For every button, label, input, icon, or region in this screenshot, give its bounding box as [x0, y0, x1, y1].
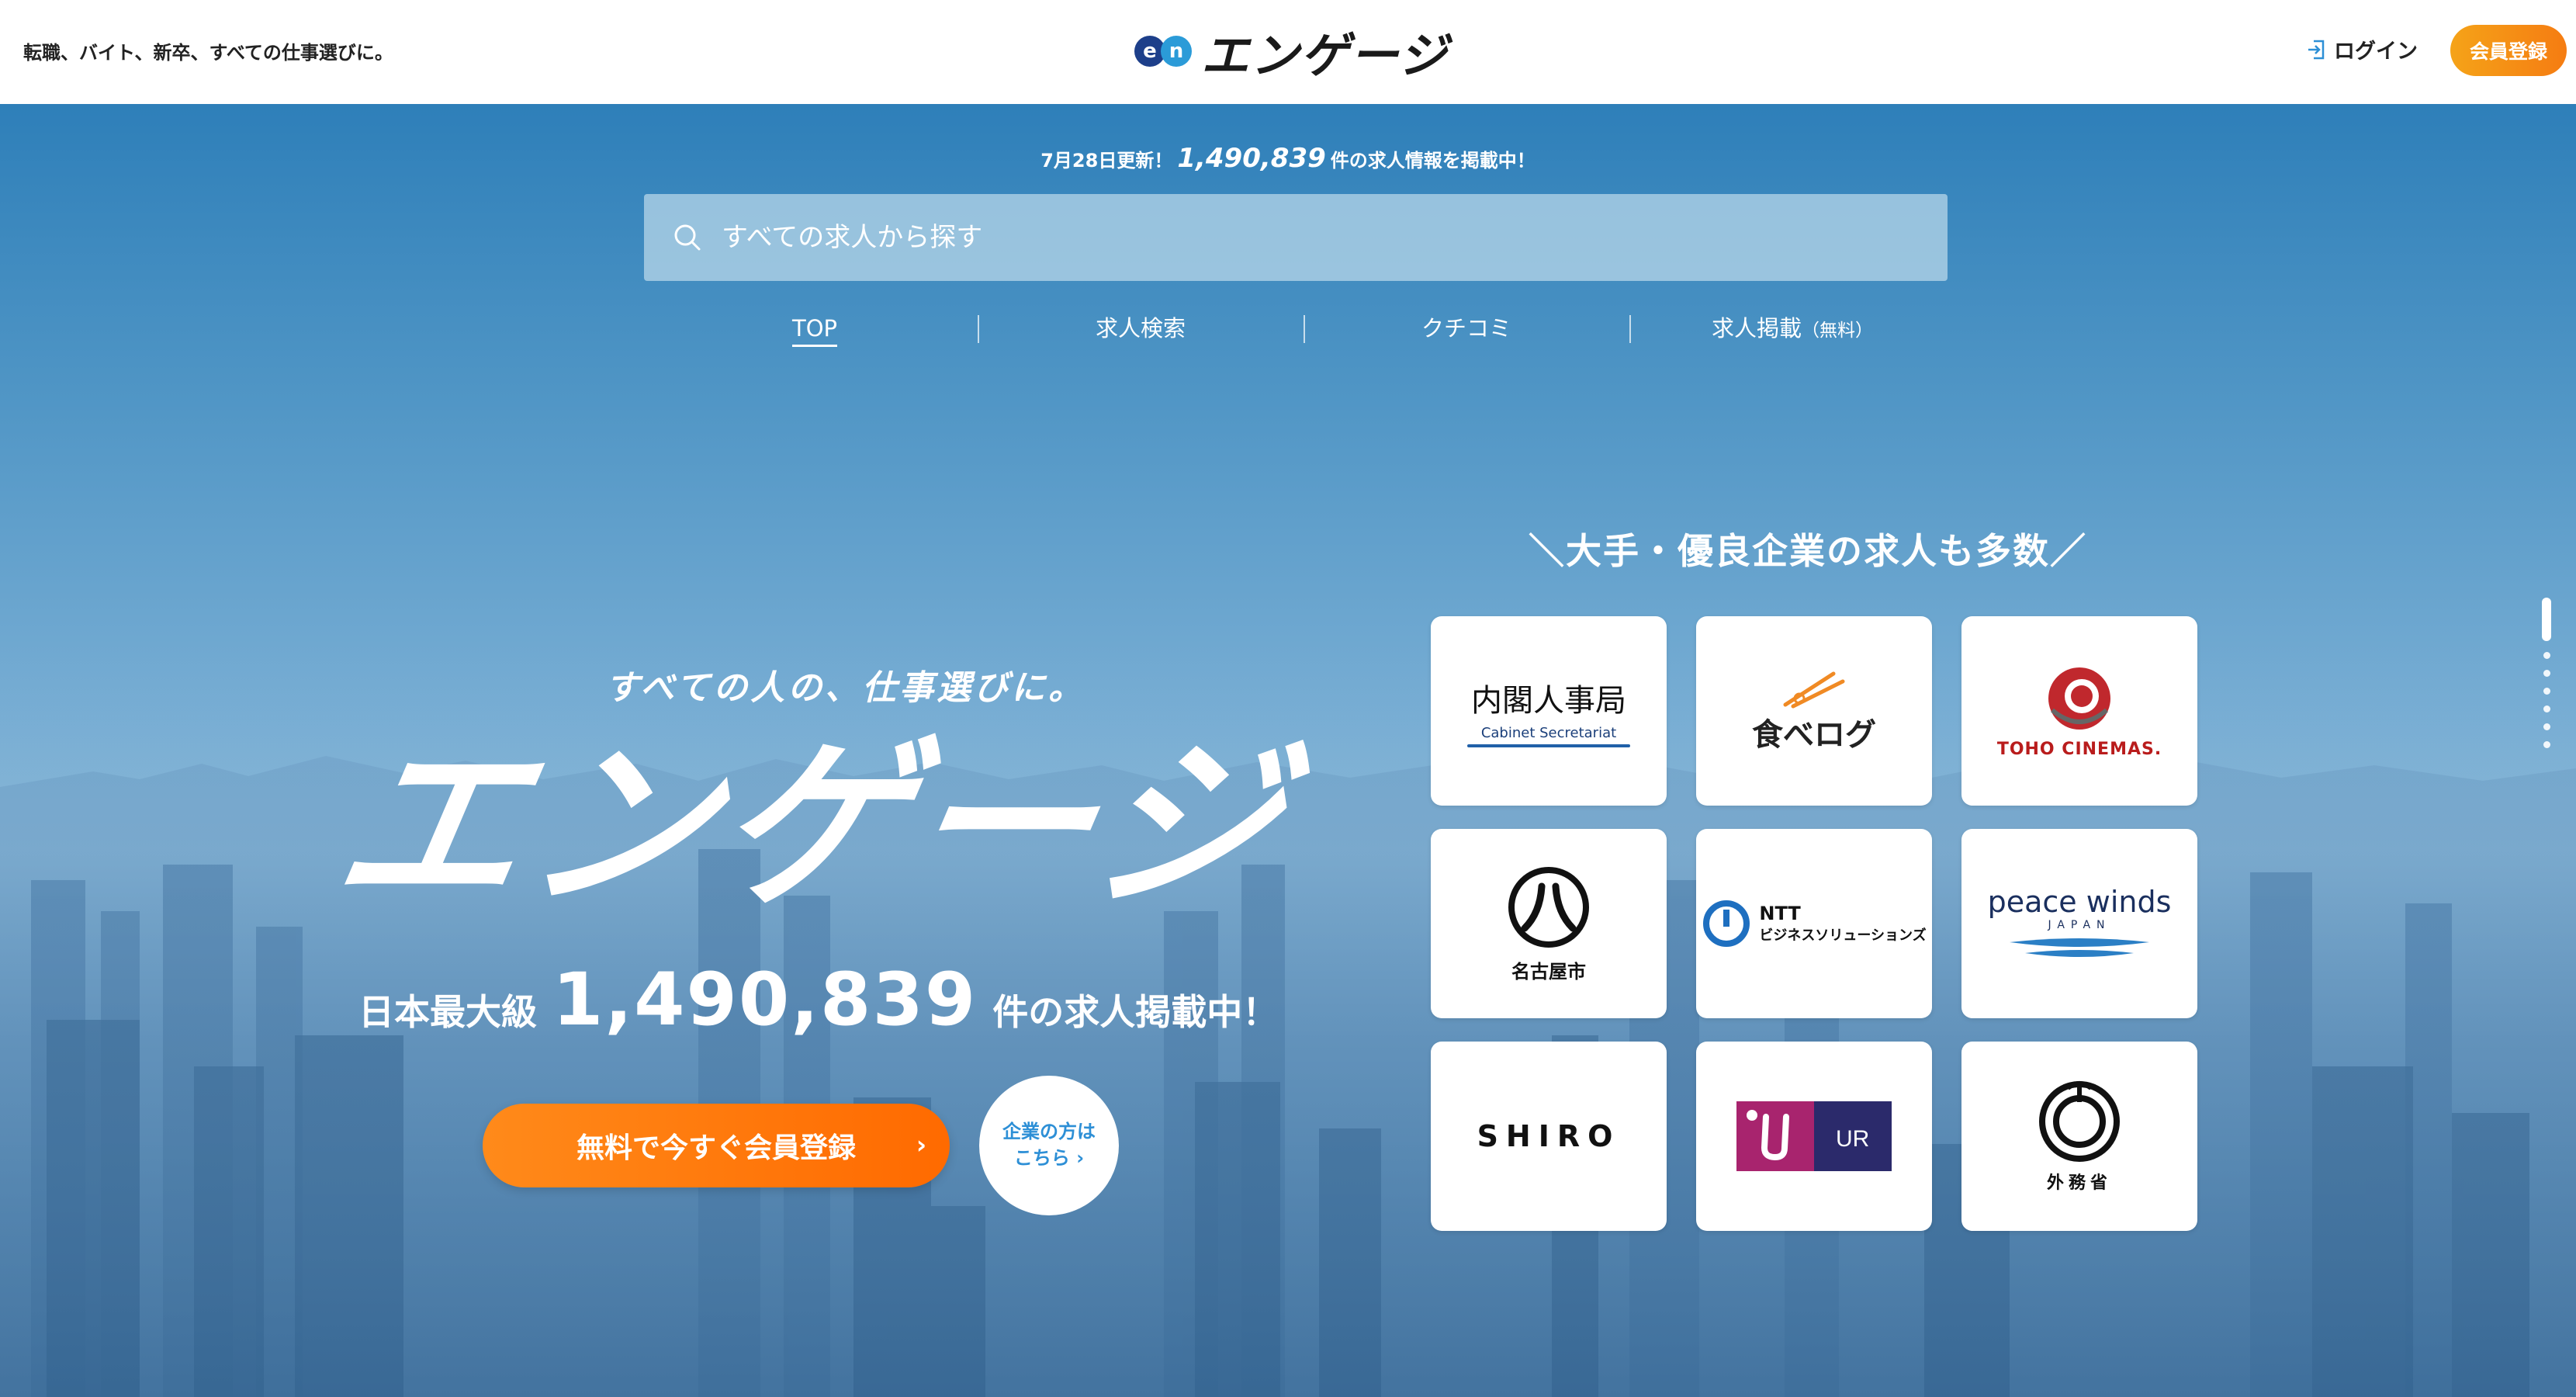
pagination-dot[interactable] [2543, 723, 2550, 730]
free-register-button[interactable]: 無料で今すぐ会員登録 › [483, 1104, 950, 1187]
search-icon [674, 224, 701, 251]
nav-job-search[interactable]: 求人検索 [978, 309, 1304, 348]
ntt-logo-icon [1703, 900, 1750, 947]
pagination-dot[interactable] [2543, 652, 2550, 659]
job-count-line: 日本最大級 1,490,839 件の求人掲載中！ [358, 958, 1279, 1042]
company-card-ntt-business[interactable]: NTT ビジネスソリューションズ [1696, 829, 1932, 1018]
mofa-emblem-icon [2039, 1081, 2120, 1162]
company-card-cabinet[interactable]: 内閣人事局 Cabinet Secretariat [1431, 616, 1667, 806]
site-tagline: 転職、バイト、新卒、すべての仕事選びに。 [23, 42, 393, 64]
pagination-dot-active[interactable] [2542, 598, 2551, 641]
main-nav: TOP 求人検索 クチコミ 求人掲載（無料） [652, 309, 1955, 348]
ur-logo-icon: UR [1736, 1101, 1892, 1171]
update-count: 1,490,839 [1177, 143, 1326, 174]
login-label: ログイン [2334, 40, 2418, 64]
chevron-right-icon: › [916, 1130, 926, 1160]
engage-logo[interactable]: e n エンゲージ [1134, 23, 1449, 84]
hero-section: 7月28日更新！1,490,839件の求人情報を掲載中！ TOP 求人検索 クチ… [0, 104, 2576, 1397]
register-button[interactable]: 会員登録 [2450, 25, 2567, 76]
company-logo-grid: 内閣人事局 Cabinet Secretariat 食べログ TOHO CINE… [1431, 616, 2199, 1231]
chevron-right-icon: › [1076, 1147, 1085, 1169]
login-link[interactable]: ログイン [2306, 34, 2418, 64]
search-bar[interactable] [644, 194, 1948, 281]
pagination-dot[interactable] [2543, 741, 2550, 748]
update-notice: 7月28日更新！ 1,490,839 件の求人情報を掲載中！ [1040, 143, 1536, 174]
chopsticks-icon [1783, 671, 1845, 709]
logo-wordmark: エンゲージ [1201, 27, 1449, 84]
corporate-link-button[interactable]: 企業の方は こちら › [979, 1076, 1119, 1215]
nav-post-job[interactable]: 求人掲載（無料） [1629, 309, 1955, 348]
site-header: 転職、バイト、新卒、すべての仕事選びに。 e n エンゲージ ログイン 会員登録 [0, 0, 2576, 104]
company-card-peace-winds[interactable]: peace winds JAPAN [1961, 829, 2197, 1018]
company-card-shiro[interactable]: SHIRO [1431, 1042, 1667, 1231]
en-badge-icon: e n [1134, 36, 1192, 67]
nav-top[interactable]: TOP [652, 309, 978, 348]
toho-cinemas-logo-icon [2048, 667, 2110, 730]
slide-pagination [2542, 598, 2551, 748]
login-icon [2308, 40, 2325, 59]
hero-catchphrase: すべての人の、仕事選びに。 [605, 668, 1086, 708]
wave-icon [2010, 938, 2149, 957]
company-card-mofa[interactable]: 外務省 [1961, 1042, 2197, 1231]
hero-big-logo: エンゲージ [322, 719, 1304, 932]
search-input[interactable] [722, 222, 1885, 253]
ur-logo-text: UR [1836, 1126, 1869, 1152]
job-count: 1,490,839 [552, 958, 978, 1042]
pagination-dot[interactable] [2543, 705, 2550, 712]
company-card-ur[interactable]: UR [1696, 1042, 1932, 1231]
nagoya-emblem-icon [1508, 866, 1589, 948]
company-card-tabelog[interactable]: 食べログ [1696, 616, 1932, 806]
pagination-dot[interactable] [2543, 688, 2550, 695]
nav-reviews[interactable]: クチコミ [1304, 309, 1629, 348]
company-card-nagoya[interactable]: 名古屋市 [1431, 829, 1667, 1018]
company-card-toho-cinemas[interactable]: TOHO CINEMAS. [1961, 616, 2197, 806]
companies-heading: ＼大手・優良企業の求人も多数／ [1529, 530, 2087, 572]
pagination-dot[interactable] [2543, 670, 2550, 677]
